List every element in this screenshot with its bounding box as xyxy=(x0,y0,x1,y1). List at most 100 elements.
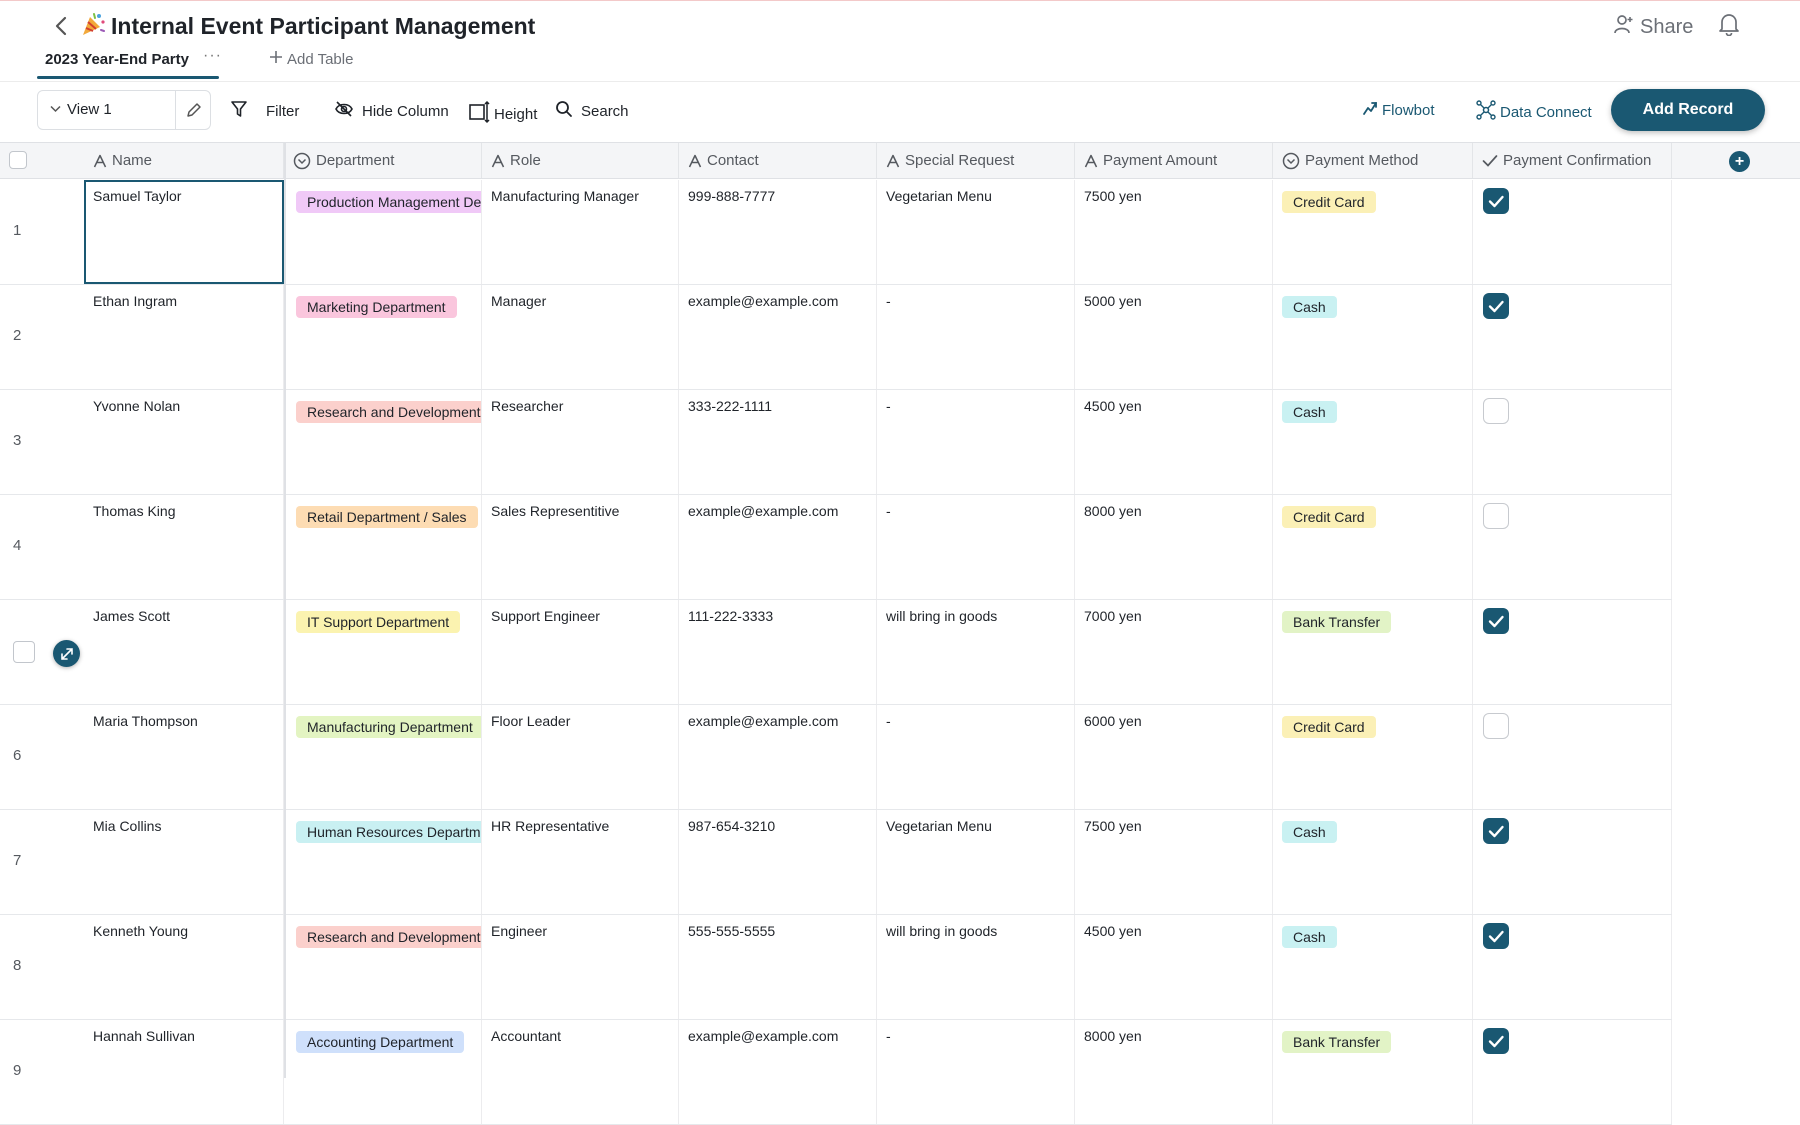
cell-special-request[interactable]: Vegetarian Menu xyxy=(877,810,1075,914)
cell-contact[interactable]: 111-222-3333 xyxy=(679,600,877,704)
cell-confirmed[interactable] xyxy=(1473,180,1672,284)
checked-checkbox[interactable] xyxy=(1483,1028,1509,1054)
checked-checkbox[interactable] xyxy=(1483,293,1509,319)
tab-more-icon[interactable]: ··· xyxy=(203,47,222,65)
cell-payment-method[interactable]: Cash xyxy=(1273,810,1473,914)
cell-payment-amount[interactable]: 8000 yen xyxy=(1075,1020,1273,1124)
column-header-role[interactable]: Role xyxy=(482,143,679,178)
cell-special-request[interactable]: - xyxy=(877,705,1075,809)
cell-payment-method[interactable]: Cash xyxy=(1273,390,1473,494)
back-chevron-icon[interactable] xyxy=(54,15,68,42)
cell-name[interactable]: Kenneth Young xyxy=(84,915,284,1019)
cell-contact[interactable]: example@example.com xyxy=(679,495,877,599)
cell-special-request[interactable]: - xyxy=(877,285,1075,389)
table-row[interactable]: 1 Samuel Taylor Production Management Depa… xyxy=(0,180,1672,285)
cell-contact[interactable]: example@example.com xyxy=(679,705,877,809)
cell-special-request[interactable]: - xyxy=(877,1020,1075,1124)
column-header-name[interactable]: Name xyxy=(84,143,284,178)
cell-role[interactable]: Floor Leader xyxy=(482,705,679,809)
cell-payment-amount[interactable]: 8000 yen xyxy=(1075,495,1273,599)
cell-role[interactable]: HR Representative xyxy=(482,810,679,914)
cell-name[interactable]: Mia Collins xyxy=(84,810,284,914)
cell-special-request[interactable]: will bring in goods xyxy=(877,600,1075,704)
cell-role[interactable]: Researcher xyxy=(482,390,679,494)
cell-payment-method[interactable]: Credit Card xyxy=(1273,705,1473,809)
add-table-button[interactable]: Add Table xyxy=(269,50,353,68)
row-height-button[interactable]: Height xyxy=(468,100,537,128)
bell-icon[interactable] xyxy=(1718,12,1740,41)
cell-confirmed[interactable] xyxy=(1473,285,1672,389)
cell-contact[interactable]: example@example.com xyxy=(679,1020,877,1124)
unchecked-checkbox[interactable] xyxy=(1483,398,1509,424)
view-selector[interactable]: View 1 xyxy=(37,90,211,130)
cell-name[interactable]: Hannah Sullivan xyxy=(84,1020,284,1124)
cell-confirmed[interactable] xyxy=(1473,600,1672,704)
cell-department[interactable]: Research and Development xyxy=(284,390,482,494)
cell-special-request[interactable]: - xyxy=(877,390,1075,494)
expand-record-icon[interactable] xyxy=(53,640,80,667)
cell-contact[interactable]: 555-555-5555 xyxy=(679,915,877,1019)
cell-name[interactable]: James Scott xyxy=(84,600,284,704)
cell-confirmed[interactable] xyxy=(1473,495,1672,599)
unchecked-checkbox[interactable] xyxy=(1483,713,1509,739)
pencil-icon[interactable] xyxy=(185,101,203,124)
cell-payment-method[interactable]: Cash xyxy=(1273,915,1473,1019)
cell-contact[interactable]: 999-888-7777 xyxy=(679,180,877,284)
table-row[interactable]: 2 Ethan Ingram Marketing Department Manager… xyxy=(0,285,1672,390)
column-header-payment-method[interactable]: Payment Method xyxy=(1273,143,1473,178)
cell-role[interactable]: Support Engineer xyxy=(482,600,679,704)
tab-2023-year-end-party[interactable]: 2023 Year-End Party xyxy=(45,51,189,68)
cell-department[interactable]: Manufacturing Department xyxy=(284,705,482,809)
cell-name[interactable]: Samuel Taylor xyxy=(84,180,284,284)
cell-payment-amount[interactable]: 4500 yen xyxy=(1075,390,1273,494)
table-row[interactable]: 6 Maria Thompson Manufacturing Department F… xyxy=(0,705,1672,810)
cell-special-request[interactable]: - xyxy=(877,495,1075,599)
table-row[interactable]: James Scott IT Support Department Support … xyxy=(0,600,1672,705)
cell-department[interactable]: Human Resources Department xyxy=(284,810,482,914)
cell-confirmed[interactable] xyxy=(1473,390,1672,494)
cell-role[interactable]: Manufacturing Manager xyxy=(482,180,679,284)
unchecked-checkbox[interactable] xyxy=(1483,503,1509,529)
cell-role[interactable]: Engineer xyxy=(482,915,679,1019)
checked-checkbox[interactable] xyxy=(1483,818,1509,844)
cell-payment-method[interactable]: Credit Card xyxy=(1273,495,1473,599)
cell-role[interactable]: Sales Representitive xyxy=(482,495,679,599)
cell-special-request[interactable]: Vegetarian Menu xyxy=(877,180,1075,284)
cell-name[interactable]: Ethan Ingram xyxy=(84,285,284,389)
row-select-checkbox[interactable] xyxy=(13,641,35,663)
column-header-contact[interactable]: Contact xyxy=(679,143,877,178)
column-header-department[interactable]: Department xyxy=(284,143,482,178)
cell-payment-amount[interactable]: 7500 yen xyxy=(1075,180,1273,284)
table-row[interactable]: 8 Kenneth Young Research and Development En… xyxy=(0,915,1672,1020)
data-connect-button[interactable]: Data Connect xyxy=(1476,100,1592,124)
cell-payment-amount[interactable]: 4500 yen xyxy=(1075,915,1273,1019)
cell-contact[interactable]: example@example.com xyxy=(679,285,877,389)
cell-special-request[interactable]: will bring in goods xyxy=(877,915,1075,1019)
cell-name[interactable]: Thomas King xyxy=(84,495,284,599)
flowbot-button[interactable]: Flowbot xyxy=(1362,100,1435,120)
cell-department[interactable]: IT Support Department xyxy=(284,600,482,704)
cell-payment-amount[interactable]: 7500 yen xyxy=(1075,810,1273,914)
add-column-button[interactable]: + xyxy=(1729,151,1750,172)
cell-payment-amount[interactable]: 7000 yen xyxy=(1075,600,1273,704)
column-header-payment-confirmation[interactable]: Payment Confirmation xyxy=(1473,143,1672,178)
cell-role[interactable]: Accountant xyxy=(482,1020,679,1124)
column-header-payment-amount[interactable]: Payment Amount xyxy=(1075,143,1273,178)
search-button[interactable]: Search xyxy=(555,100,629,122)
checked-checkbox[interactable] xyxy=(1483,608,1509,634)
table-row[interactable]: 3 Yvonne Nolan Research and Development Res… xyxy=(0,390,1672,495)
filter-button[interactable]: Filter xyxy=(230,100,299,122)
checked-checkbox[interactable] xyxy=(1483,923,1509,949)
cell-department[interactable]: Marketing Department xyxy=(284,285,482,389)
cell-payment-amount[interactable]: 6000 yen xyxy=(1075,705,1273,809)
cell-payment-method[interactable]: Credit Card xyxy=(1273,180,1473,284)
cell-confirmed[interactable] xyxy=(1473,705,1672,809)
checked-checkbox[interactable] xyxy=(1483,188,1509,214)
table-row[interactable]: 7 Mia Collins Human Resources Department HR… xyxy=(0,810,1672,915)
cell-payment-method[interactable]: Cash xyxy=(1273,285,1473,389)
table-row[interactable]: 4 Thomas King Retail Department / Sales Sal… xyxy=(0,495,1672,600)
cell-name[interactable]: Maria Thompson xyxy=(84,705,284,809)
hide-column-button[interactable]: Hide Column xyxy=(334,100,449,122)
cell-confirmed[interactable] xyxy=(1473,810,1672,914)
table-row[interactable]: 9 Hannah Sullivan Accounting Department Acc… xyxy=(0,1020,1672,1125)
